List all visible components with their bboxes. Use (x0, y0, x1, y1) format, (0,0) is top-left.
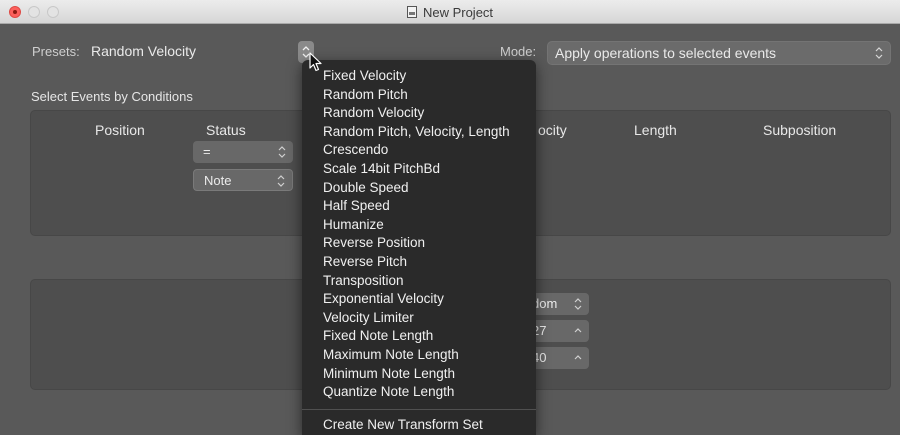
menu-item-fixed-velocity[interactable]: Fixed Velocity (302, 67, 536, 86)
presets-dropdown-menu: Fixed Velocity Random Pitch Random Veloc… (302, 60, 536, 435)
menu-item-double-speed[interactable]: Double Speed (302, 179, 536, 198)
column-header-position: Position (95, 122, 145, 138)
menu-item-reverse-pitch[interactable]: Reverse Pitch (302, 253, 536, 272)
menu-item-exponential-velocity[interactable]: Exponential Velocity (302, 290, 536, 309)
menu-item-random-velocity[interactable]: Random Velocity (302, 104, 536, 123)
mode-label: Mode: (500, 44, 537, 59)
title-bar: New Project (0, 0, 900, 24)
column-header-length: Length (634, 122, 677, 138)
document-icon (406, 6, 417, 18)
menu-item-random-pitch[interactable]: Random Pitch (302, 86, 536, 105)
menu-item-crescendo[interactable]: Crescendo (302, 141, 536, 160)
mode-popup[interactable]: Apply operations to selected events (547, 41, 891, 65)
menu-item-half-speed[interactable]: Half Speed (302, 197, 536, 216)
column-header-status: Status (206, 122, 246, 138)
chevron-updown-icon (574, 298, 582, 310)
column-header-velocity: ocity (538, 122, 567, 138)
menu-item-velocity-limiter[interactable]: Velocity Limiter (302, 309, 536, 328)
status-operator-value: = (203, 144, 211, 159)
presets-popup[interactable]: Random Velocity (86, 40, 292, 64)
menu-item-transposition[interactable]: Transposition (302, 272, 536, 291)
chevron-updown-icon (875, 47, 883, 59)
chevron-up-icon[interactable] (573, 347, 583, 369)
status-value-popup[interactable]: Note (193, 169, 293, 191)
menu-item-maximum-note-length[interactable]: Maximum Note Length (302, 346, 536, 365)
chevron-updown-icon (277, 175, 285, 187)
column-header-subposition: Subposition (763, 122, 837, 138)
menu-item-random-pitch-velocity-length[interactable]: Random Pitch, Velocity, Length (302, 123, 536, 142)
chevron-up-icon[interactable] (573, 320, 583, 342)
menu-item-fixed-note-length[interactable]: Fixed Note Length (302, 327, 536, 346)
menu-item-scale-14bit-pitchbd[interactable]: Scale 14bit PitchBd (302, 160, 536, 179)
menu-item-minimum-note-length[interactable]: Minimum Note Length (302, 365, 536, 384)
presets-value: Random Velocity (91, 43, 197, 59)
menu-separator (302, 408, 536, 410)
status-operator-popup[interactable]: = (193, 141, 293, 163)
presets-label: Presets: (32, 44, 80, 59)
menu-item-reverse-position[interactable]: Reverse Position (302, 234, 536, 253)
menu-item-create-new-transform-set[interactable]: Create New Transform Set (302, 416, 536, 435)
window-title: New Project (0, 5, 900, 20)
mouse-pointer-icon (309, 52, 322, 72)
status-value: Note (204, 173, 232, 188)
menu-item-humanize[interactable]: Humanize (302, 216, 536, 235)
menu-item-quantize-note-length[interactable]: Quantize Note Length (302, 383, 536, 402)
conditions-section-title: Select Events by Conditions (31, 89, 193, 104)
chevron-updown-icon (278, 146, 286, 158)
mode-value: Apply operations to selected events (555, 45, 777, 61)
